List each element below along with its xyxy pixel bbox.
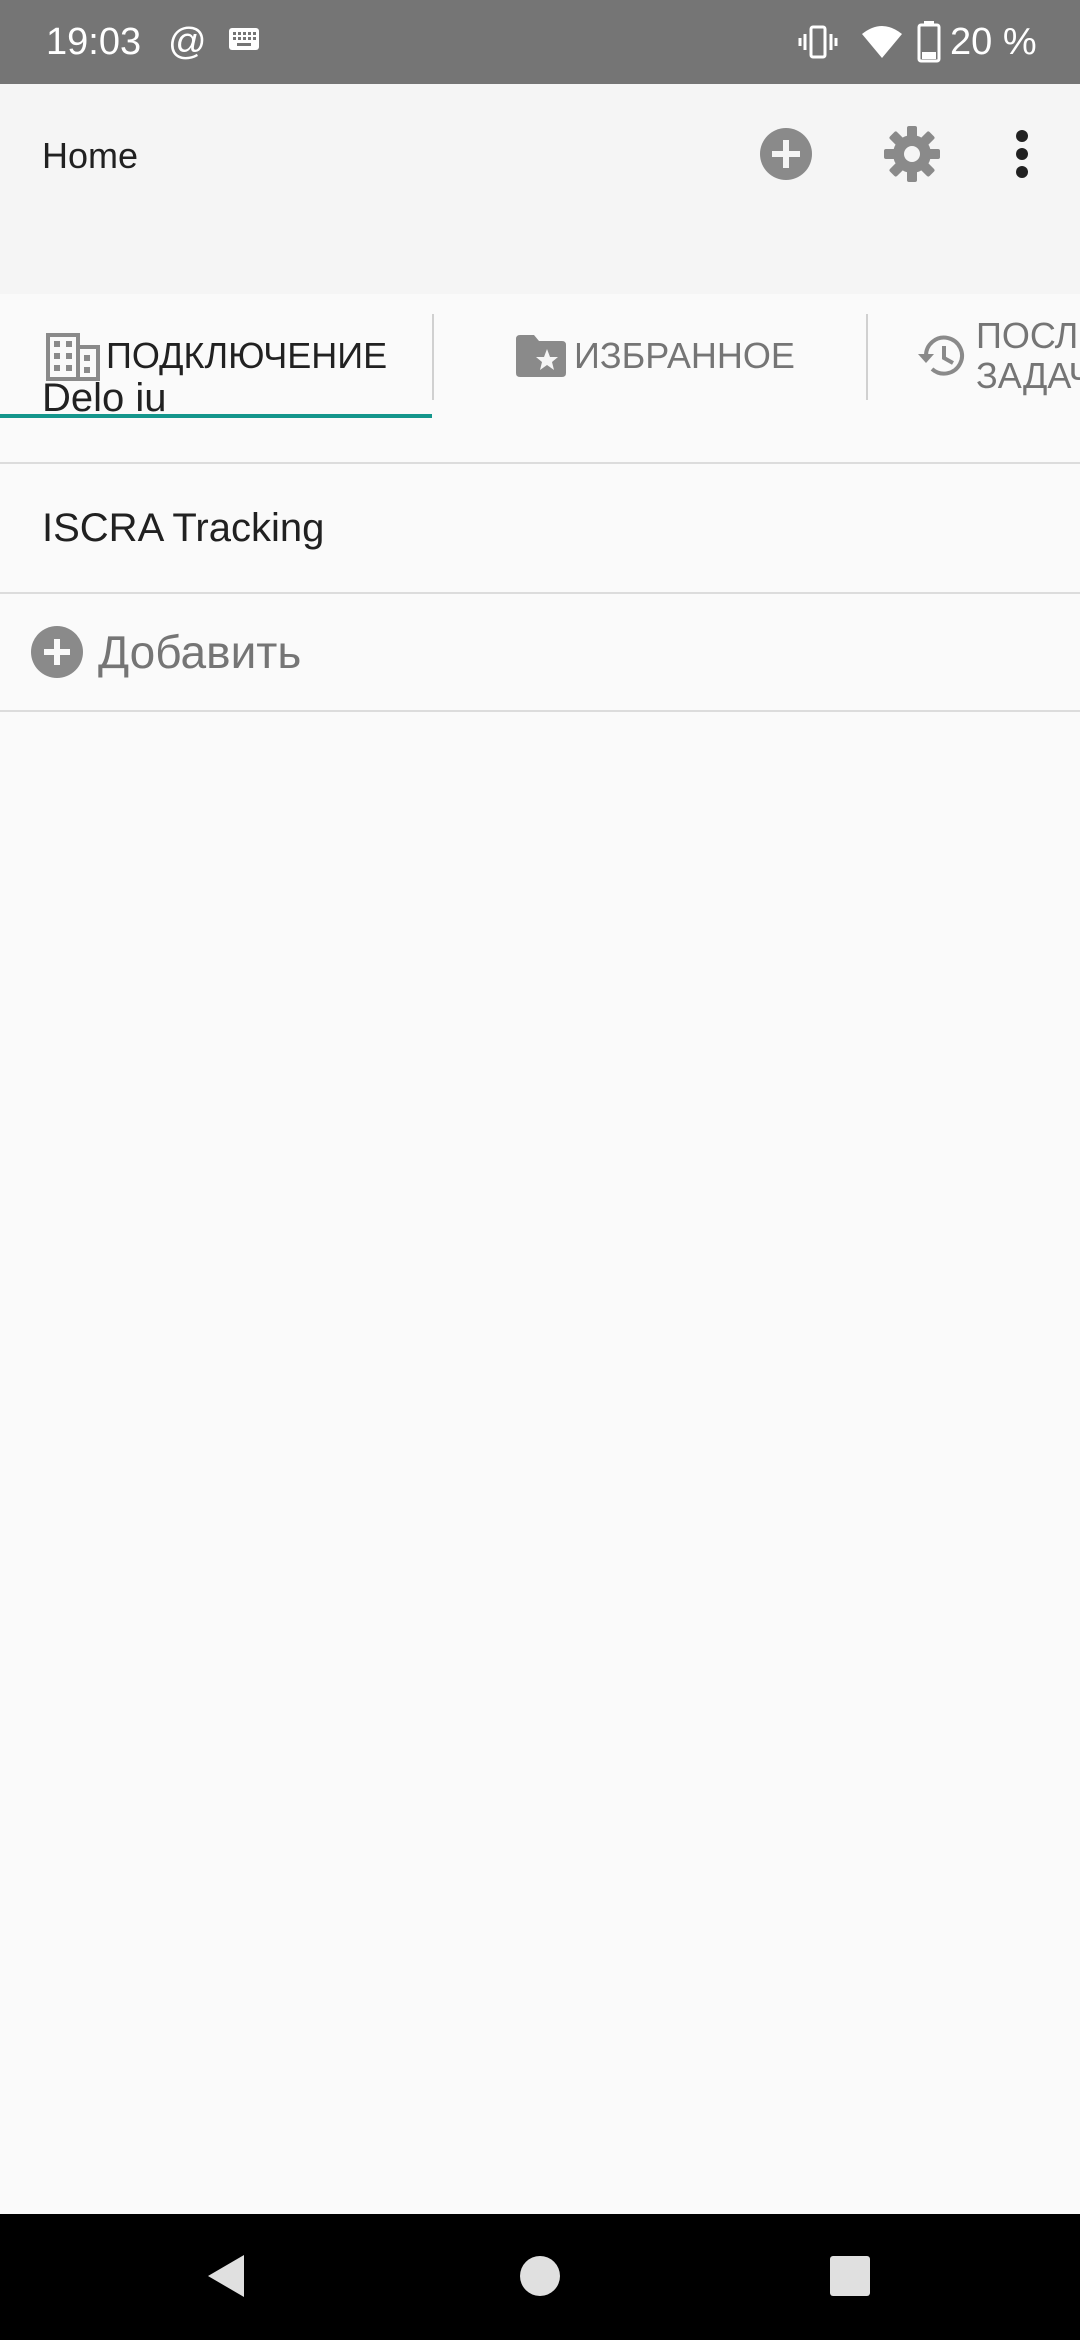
wifi-icon: [860, 22, 904, 67]
page-title: Home: [42, 135, 139, 176]
app-bar: Home ПОДКЛЮЧЕНИЕ ИЗБРАННОЕ ПОСЛ ЗАДА: [0, 84, 1080, 418]
back-button[interactable]: [186, 2238, 266, 2318]
gear-icon: [883, 125, 941, 188]
vibrate-icon: [798, 22, 838, 67]
home-button[interactable]: [500, 2238, 580, 2318]
battery-icon: [916, 20, 942, 69]
keyboard-icon: [228, 26, 260, 57]
connection-name: Delo iu: [42, 375, 167, 420]
more-vert-icon: [1014, 129, 1030, 184]
status-time: 19:03: [46, 21, 142, 63]
settings-button[interactable]: [870, 114, 954, 198]
at-icon: @: [168, 21, 207, 63]
back-icon: [204, 2253, 248, 2304]
battery-percent: 20 %: [950, 21, 1037, 63]
connection-list: Delo iu ISCRA Tracking Добавить: [0, 334, 1080, 712]
recents-button[interactable]: [810, 2238, 890, 2318]
add-circle-icon: [30, 625, 84, 679]
add-circle-icon: [758, 126, 814, 187]
status-bar: 19:03 @ 20 %: [0, 0, 1080, 84]
add-connection-label: Добавить: [98, 626, 302, 678]
connection-name: ISCRA Tracking: [42, 505, 325, 550]
system-nav-bar: [0, 2214, 1080, 2340]
list-item[interactable]: ISCRA Tracking: [0, 464, 1080, 594]
add-connection-button[interactable]: Добавить: [0, 594, 1080, 712]
more-options-button[interactable]: [980, 114, 1064, 198]
home-icon: [518, 2254, 562, 2303]
recents-icon: [829, 2255, 871, 2302]
list-item[interactable]: Delo iu: [0, 334, 1080, 464]
add-button[interactable]: [744, 114, 828, 198]
